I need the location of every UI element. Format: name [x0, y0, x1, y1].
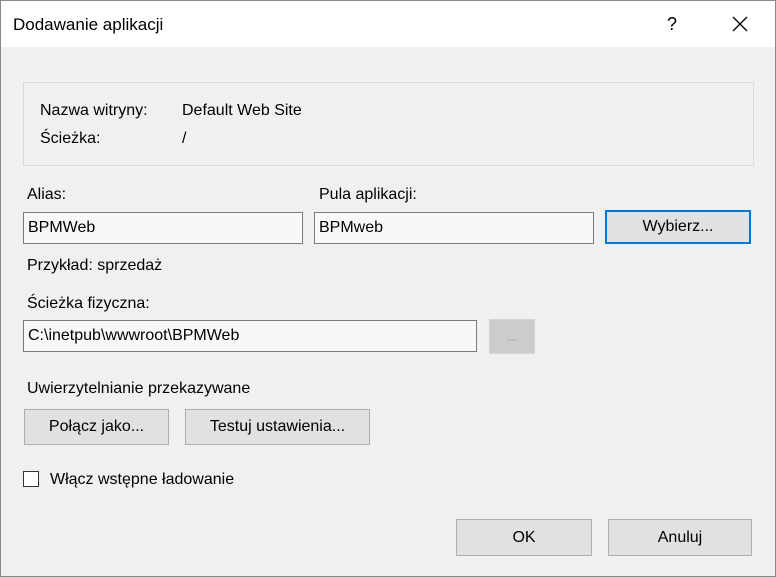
- dialog-title: Dodawanie aplikacji: [13, 15, 164, 34]
- app-pool-label: Pula aplikacji:: [319, 186, 417, 203]
- close-button[interactable]: [717, 1, 763, 47]
- close-icon: [732, 16, 748, 32]
- title-bar: Dodawanie aplikacji ?: [1, 1, 775, 47]
- site-name-value: Default Web Site: [182, 102, 302, 119]
- preload-label[interactable]: Włącz wstępne ładowanie: [50, 471, 234, 489]
- alias-example: Przykład: sprzedaż: [27, 257, 163, 274]
- alias-input[interactable]: BPMWeb: [23, 212, 303, 244]
- app-pool-field: BPMweb: [314, 212, 594, 244]
- physical-path-label: Ścieżka fizyczna:: [27, 295, 150, 312]
- help-button[interactable]: ?: [649, 1, 695, 47]
- alias-label: Alias:: [27, 186, 67, 203]
- preload-checkbox[interactable]: [23, 471, 39, 487]
- connect-as-button[interactable]: Połącz jako...: [24, 409, 169, 445]
- select-app-pool-button[interactable]: Wybierz...: [605, 210, 751, 244]
- site-info-panel: Nazwa witryny: Default Web Site Ścieżka:…: [23, 82, 754, 166]
- pass-through-auth-label: Uwierzytelnianie przekazywane: [27, 380, 251, 397]
- test-settings-button[interactable]: Testuj ustawienia...: [185, 409, 370, 445]
- browse-path-button[interactable]: ...: [489, 319, 535, 354]
- site-name-label: Nazwa witryny:: [40, 102, 148, 119]
- ok-button[interactable]: OK: [456, 519, 592, 556]
- physical-path-input[interactable]: C:\inetpub\wwwroot\BPMWeb: [23, 320, 477, 352]
- site-path-value: /: [182, 130, 187, 147]
- add-application-dialog: Dodawanie aplikacji ? Nazwa witryny: Def…: [0, 0, 776, 577]
- site-path-label: Ścieżka:: [40, 130, 101, 147]
- cancel-button[interactable]: Anuluj: [608, 519, 752, 556]
